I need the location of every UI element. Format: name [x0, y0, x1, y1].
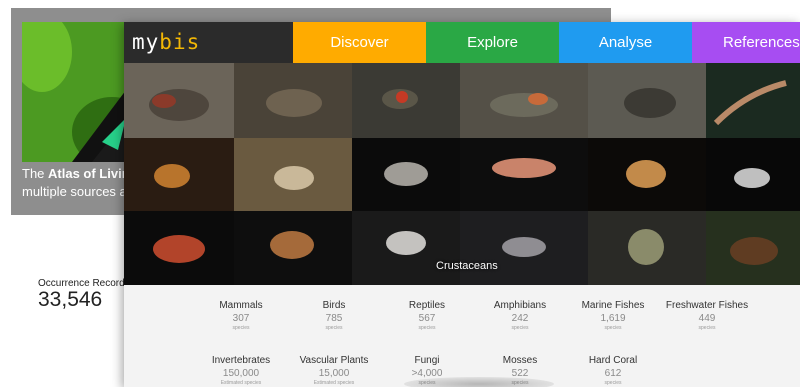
- crab-photo[interactable]: [706, 138, 800, 211]
- crab-photo[interactable]: [124, 138, 234, 211]
- nav-analyse[interactable]: Analyse: [559, 22, 692, 63]
- crab-photo[interactable]: [352, 63, 460, 138]
- crab-photo[interactable]: [124, 63, 234, 138]
- crab-photo[interactable]: [588, 138, 706, 211]
- crab-photo[interactable]: [460, 211, 588, 285]
- nav-references[interactable]: References: [692, 22, 800, 63]
- scroll-shadow: [404, 377, 554, 387]
- crab-photo[interactable]: [124, 211, 234, 285]
- occurrence-records-value: 33,546: [38, 288, 103, 311]
- stat-freshwater-fishes[interactable]: Freshwater Fishes 449 species: [652, 299, 762, 332]
- mybis-logo[interactable]: mybis: [124, 22, 293, 63]
- crab-photo[interactable]: [460, 63, 588, 138]
- main-navbar: mybis Discover Explore Analyse Reference…: [124, 22, 800, 63]
- crustacean-photo-mosaic[interactable]: [124, 63, 800, 285]
- crab-photo[interactable]: [352, 211, 460, 285]
- nav-explore[interactable]: Explore: [426, 22, 559, 63]
- crab-photo[interactable]: [588, 63, 706, 138]
- nav-discover[interactable]: Discover: [293, 22, 426, 63]
- stat-hard-coral[interactable]: Hard Coral 612 species: [558, 354, 668, 387]
- crab-photo[interactable]: [460, 138, 588, 211]
- crab-photo[interactable]: [588, 211, 706, 285]
- shrimp-photo[interactable]: [706, 63, 800, 138]
- crab-photo[interactable]: [352, 138, 460, 211]
- crab-photo[interactable]: [234, 211, 352, 285]
- butterfly-image: [22, 22, 132, 162]
- crab-photo[interactable]: [234, 138, 352, 211]
- butterfly-hero-image: [22, 22, 132, 162]
- crab-photo[interactable]: [706, 211, 800, 285]
- mybis-window: mybis Discover Explore Analyse Reference…: [124, 22, 800, 387]
- hero-caption: The Atlas of Livin multiple sources a: [22, 166, 130, 199]
- mosaic-caption: Crustaceans: [436, 260, 498, 272]
- crab-photo[interactable]: [234, 63, 352, 138]
